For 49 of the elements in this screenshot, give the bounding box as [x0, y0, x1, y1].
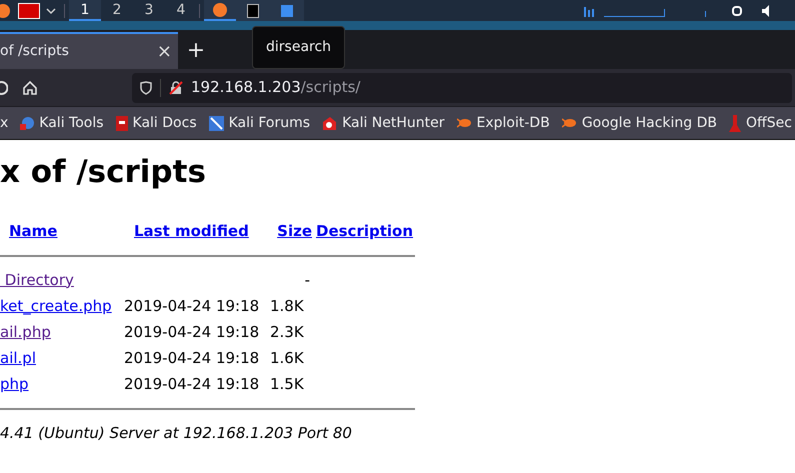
column-sort-link[interactable]: Last modified [134, 222, 249, 240]
bug-icon [456, 117, 472, 129]
modified-date: 2019-04-24 19:18 [124, 348, 260, 367]
modified-date: 2019-04-24 19:18 [124, 374, 260, 393]
column-sort-link[interactable]: Name [9, 222, 58, 240]
file-link[interactable]: Directory [0, 270, 74, 289]
shield-icon[interactable] [140, 80, 152, 94]
column-sort-link[interactable]: Description [316, 222, 414, 240]
bookmark[interactable]: Kali Tools [20, 112, 104, 134]
server-signature: 4.41 (Ubuntu) Server at 192.168.1.203 Port 80 [0, 423, 353, 444]
bookmark[interactable]: OffSec [729, 112, 792, 134]
column-sort-link[interactable]: Size [277, 222, 312, 240]
book-icon [116, 116, 128, 130]
caret-icon[interactable] [46, 6, 56, 14]
tooltip: dirsearch [252, 26, 346, 69]
insecure-lock-icon [169, 80, 183, 94]
modified-date: 2019-04-24 19:18 [124, 296, 260, 315]
file-link[interactable]: ail.php [0, 322, 51, 341]
file-link[interactable]: ket_create.php [0, 296, 112, 315]
page-heading: x of /scripts [0, 153, 207, 192]
workspace-button[interactable]: 2 [101, 0, 133, 21]
workspace-button[interactable]: 4 [165, 0, 197, 21]
file-size: 1.5K [270, 374, 304, 393]
forum-icon [208, 116, 224, 130]
bookmark[interactable]: Kali Forums [208, 112, 310, 134]
new-tab-button[interactable]: + [178, 33, 214, 69]
home-icon[interactable] [22, 80, 38, 96]
file-size: 1.6K [270, 348, 304, 367]
file-link[interactable]: ail.pl [0, 348, 36, 367]
app-taskbar-button[interactable] [270, 0, 304, 21]
close-tab-button[interactable]: × [156, 42, 172, 60]
modified-date: 2019-04-24 19:18 [124, 322, 260, 341]
bookmark[interactable]: Kali NetHunter [322, 112, 445, 134]
file-size: 2.3K [270, 322, 304, 341]
address-bar[interactable]: 192.168.1.203/scripts/ [132, 72, 792, 102]
workspace-button[interactable]: 1 [69, 0, 101, 21]
bug-icon [562, 117, 577, 129]
bookmark[interactable]: Kali Docs [116, 112, 197, 134]
bookmark[interactable]: Google Hacking DB [562, 112, 718, 134]
bookmark[interactable]: Exploit-DB [456, 112, 550, 134]
url-text[interactable]: 192.168.1.203/scripts/ [191, 76, 360, 99]
file-size: - [304, 270, 310, 289]
file-link[interactable]: php [0, 374, 29, 393]
bookmark[interactable]: x [0, 112, 8, 134]
file-size: 1.8K [270, 296, 304, 315]
workspace-button[interactable]: 3 [133, 0, 165, 21]
browser-tab[interactable]: of /scripts × [0, 32, 178, 69]
firefox-taskbar-button[interactable] [204, 0, 236, 21]
tab-title: of /scripts [0, 42, 69, 61]
